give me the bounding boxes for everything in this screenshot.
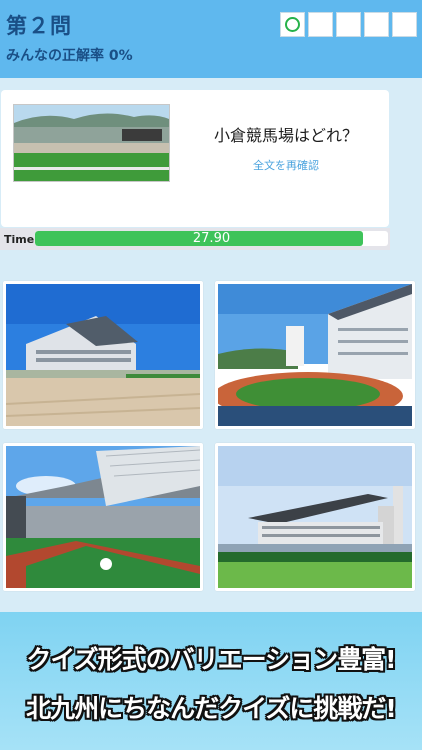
question-card: 小倉競馬場はどれ？ 全文を再確認	[1, 90, 389, 227]
progress-box-5	[392, 12, 417, 37]
answer-option-1[interactable]	[3, 281, 203, 429]
review-full-text-link[interactable]: 全文を再確認	[191, 157, 381, 173]
timer-label: Time	[4, 233, 35, 246]
answer-option-2[interactable]	[215, 281, 415, 429]
timer-track: 27.90	[35, 231, 388, 246]
racecourse-stand-photo	[6, 284, 200, 426]
correct-circle-icon	[285, 17, 300, 32]
timer-value: 27.90	[192, 231, 231, 246]
racecourse-grandstand-photo	[218, 446, 412, 588]
progress-box-4	[364, 12, 389, 37]
accuracy-rate: みんなの正解率 0%	[6, 48, 133, 64]
promo-line-2: 北九州にちなんだクイズに挑戦だ!	[26, 694, 397, 723]
racecourse-covered-stand-photo	[6, 446, 200, 588]
answer-option-4[interactable]	[215, 443, 415, 591]
progress-box-1	[280, 12, 305, 37]
header: 第２問 みんなの正解率 0%	[0, 0, 422, 78]
promo-banner: クイズ形式のバリエーション豊富! 北九州にちなんだクイズに挑戦だ!	[0, 612, 422, 750]
question-thumbnail-image	[13, 104, 170, 182]
question-text: 小倉競馬場はどれ？	[213, 126, 358, 145]
question-number: 第２問	[6, 14, 72, 38]
progress-box-3	[336, 12, 361, 37]
promo-line-1: クイズ形式のバリエーション豊富!	[26, 645, 396, 674]
progress-box-2	[308, 12, 333, 37]
timer-row: Time 27.90	[0, 228, 390, 250]
answer-option-3[interactable]	[3, 443, 203, 591]
progress-boxes	[280, 12, 417, 37]
racecourse-stadium-photo	[218, 284, 412, 426]
